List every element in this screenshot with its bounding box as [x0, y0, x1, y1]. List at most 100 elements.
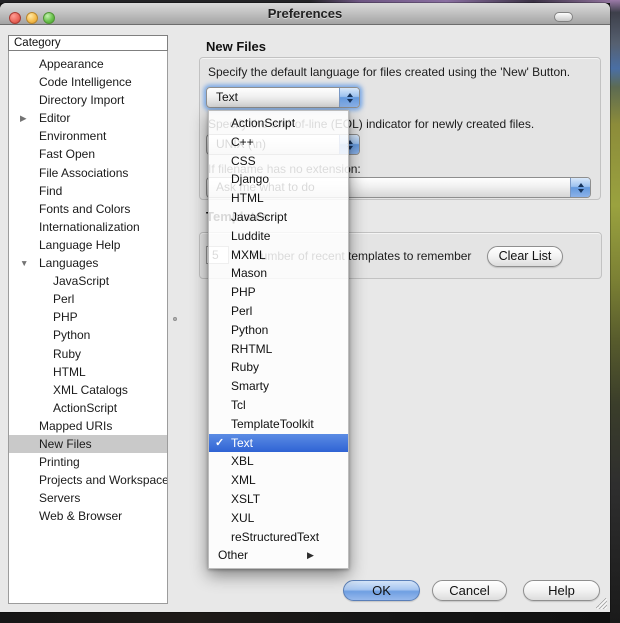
- menu-item-css[interactable]: CSS: [209, 152, 348, 171]
- menu-item-label: MXML: [231, 248, 266, 262]
- sidebar-item-label: Editor: [39, 111, 70, 125]
- menu-item-c[interactable]: C++: [209, 133, 348, 152]
- sidebar-item-label: Mapped URIs: [39, 419, 112, 433]
- menu-item-templatetoolkit[interactable]: TemplateToolkit: [209, 415, 348, 434]
- ok-button[interactable]: OK: [343, 580, 420, 601]
- sidebar-item-perl[interactable]: Perl: [9, 290, 167, 308]
- sidebar-item-label: Languages: [39, 256, 98, 270]
- sidebar-item-actionscript[interactable]: ActionScript: [9, 399, 167, 417]
- sidebar-item-label: ActionScript: [53, 401, 117, 415]
- menu-item-xml[interactable]: XML: [209, 471, 348, 490]
- category-column-header[interactable]: Category: [8, 35, 168, 51]
- menu-item-label: Luddite: [231, 229, 270, 243]
- menu-item-label: XSLT: [231, 492, 260, 506]
- up-down-arrows-icon: [339, 88, 359, 107]
- sidebar-item-servers[interactable]: Servers: [9, 489, 167, 507]
- sidebar-item-web-browser[interactable]: Web & Browser: [9, 507, 167, 525]
- triangle-expanded-icon[interactable]: ▼: [20, 254, 32, 272]
- sidebar-item-language-help[interactable]: Language Help: [9, 236, 167, 254]
- sidebar-item-label: HTML: [53, 365, 86, 379]
- sidebar-item-mapped-uris[interactable]: Mapped URIs: [9, 417, 167, 435]
- menu-item-php[interactable]: PHP: [209, 283, 348, 302]
- menu-item-ruby[interactable]: Ruby: [209, 358, 348, 377]
- checkmark-icon: ✓: [215, 434, 224, 453]
- window-title: Preferences: [0, 6, 610, 21]
- sidebar-item-label: Printing: [39, 455, 80, 469]
- preferences-window: Preferences Category AppearanceCode Inte…: [0, 3, 610, 612]
- sidebar-item-xml-catalogs[interactable]: XML Catalogs: [9, 381, 167, 399]
- sidebar-item-find[interactable]: Find: [9, 182, 167, 200]
- menu-item-tcl[interactable]: Tcl: [209, 396, 348, 415]
- menu-item-label: CSS: [231, 154, 256, 168]
- default-language-popup[interactable]: Text: [206, 87, 360, 108]
- menu-item-luddite[interactable]: Luddite: [209, 227, 348, 246]
- menu-item-actionscript[interactable]: ActionScript: [209, 114, 348, 133]
- desktop-background-bottom: [0, 612, 610, 623]
- menu-item-rhtml[interactable]: RHTML: [209, 340, 348, 359]
- clear-list-button[interactable]: Clear List: [487, 246, 563, 267]
- sidebar-item-environment[interactable]: Environment: [9, 127, 167, 145]
- sidebar-item-label: Ruby: [53, 347, 81, 361]
- menu-item-javascript[interactable]: JavaScript: [209, 208, 348, 227]
- sidebar-item-appearance[interactable]: Appearance: [9, 55, 167, 73]
- menu-item-restructuredtext[interactable]: reStructuredText: [209, 528, 348, 547]
- resize-grip[interactable]: [596, 598, 607, 609]
- cancel-button[interactable]: Cancel: [432, 580, 507, 601]
- sidebar-item-label: New Files: [39, 437, 92, 451]
- sidebar-item-new-files[interactable]: New Files: [9, 435, 167, 453]
- sidebar-item-internationalization[interactable]: Internationalization: [9, 218, 167, 236]
- menu-item-label: PHP: [231, 285, 256, 299]
- sidebar-item-label: Fonts and Colors: [39, 202, 130, 216]
- sidebar-item-projects-and-workspace[interactable]: Projects and Workspace: [9, 471, 167, 489]
- section-title-new-files: New Files: [206, 39, 266, 54]
- menu-item-xslt[interactable]: XSLT: [209, 490, 348, 509]
- menu-item-mason[interactable]: Mason: [209, 264, 348, 283]
- menu-item-django[interactable]: Django: [209, 170, 348, 189]
- sidebar-item-ruby[interactable]: Ruby: [9, 345, 167, 363]
- sidebar-item-label: Web & Browser: [39, 509, 122, 523]
- splitter-grip-dot[interactable]: [173, 317, 177, 321]
- menu-item-mxml[interactable]: MXML: [209, 246, 348, 265]
- sidebar-item-label: Find: [39, 184, 62, 198]
- menu-item-label: ActionScript: [231, 116, 295, 130]
- sidebar-item-languages[interactable]: ▼ Languages: [9, 254, 167, 272]
- menu-item-smarty[interactable]: Smarty: [209, 377, 348, 396]
- menu-item-text[interactable]: ✓ Text: [209, 434, 348, 453]
- sidebar-item-label: Python: [53, 328, 90, 342]
- triangle-collapsed-icon[interactable]: ▶: [20, 109, 32, 127]
- toolbar-pill-button[interactable]: [554, 12, 573, 22]
- desktop-background-right: [610, 0, 620, 623]
- sidebar-item-editor[interactable]: ▶ Editor: [9, 109, 167, 127]
- menu-item-label: Django: [231, 172, 269, 186]
- sidebar-item-fonts-and-colors[interactable]: Fonts and Colors: [9, 200, 167, 218]
- menu-item-label: Mason: [231, 266, 267, 280]
- sidebar-item-label: PHP: [53, 310, 78, 324]
- help-button[interactable]: Help: [523, 580, 600, 601]
- menu-item-perl[interactable]: Perl: [209, 302, 348, 321]
- title-bar[interactable]: Preferences: [0, 3, 610, 25]
- category-list: Category AppearanceCode IntelligenceDire…: [8, 35, 168, 604]
- sidebar-item-directory-import[interactable]: Directory Import: [9, 91, 167, 109]
- menu-item-html[interactable]: HTML: [209, 189, 348, 208]
- sidebar-item-javascript[interactable]: JavaScript: [9, 272, 167, 290]
- sidebar-item-file-associations[interactable]: File Associations: [9, 164, 167, 182]
- sidebar-item-label: File Associations: [39, 166, 128, 180]
- menu-item-label: Text: [231, 436, 253, 450]
- sidebar-item-php[interactable]: PHP: [9, 308, 167, 326]
- menu-item-label: RHTML: [231, 342, 272, 356]
- menu-item-label: reStructuredText: [231, 530, 319, 544]
- menu-item-label: XUL: [231, 511, 254, 525]
- sidebar-item-printing[interactable]: Printing: [9, 453, 167, 471]
- sidebar-item-label: Language Help: [39, 238, 120, 252]
- menu-item-xbl[interactable]: XBL: [209, 452, 348, 471]
- sidebar-item-code-intelligence[interactable]: Code Intelligence: [9, 73, 167, 91]
- sidebar-item-python[interactable]: Python: [9, 326, 167, 344]
- sidebar-item-html[interactable]: HTML: [9, 363, 167, 381]
- menu-item-xul[interactable]: XUL: [209, 509, 348, 528]
- sidebar-item-label: Fast Open: [39, 147, 95, 161]
- sidebar-item-label: Perl: [53, 292, 74, 306]
- menu-item-label: Python: [231, 323, 268, 337]
- sidebar-item-fast-open[interactable]: Fast Open: [9, 145, 167, 163]
- menu-item-python[interactable]: Python: [209, 321, 348, 340]
- menu-item-other[interactable]: Other▶: [209, 546, 348, 565]
